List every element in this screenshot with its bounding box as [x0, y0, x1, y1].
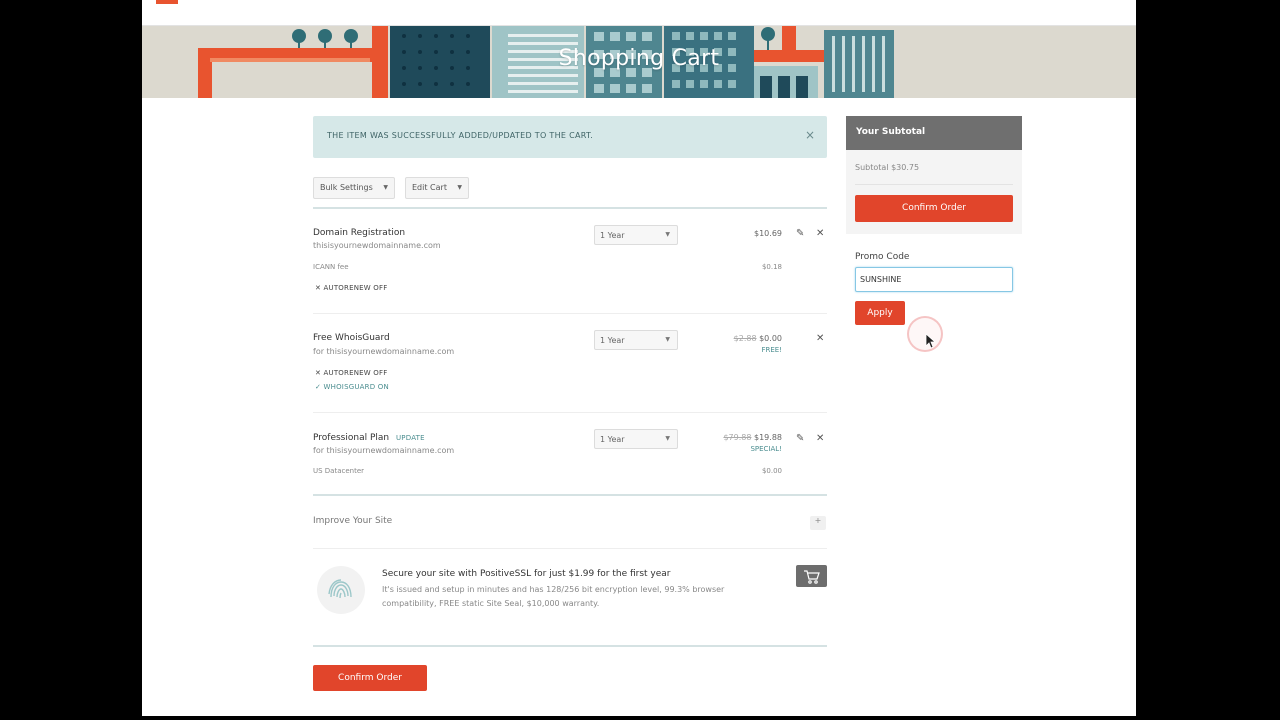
divider: [313, 412, 827, 413]
expand-toggle[interactable]: +: [810, 516, 826, 530]
fingerprint-graphic: [328, 579, 352, 599]
bulk-settings-label: Bulk Settings: [320, 183, 373, 192]
promo-code-label: Promo Code: [855, 252, 910, 262]
period-select[interactable]: 1 Year ▼: [594, 429, 678, 449]
off-icon: ✕: [315, 284, 322, 292]
divider: [313, 313, 827, 314]
item-title-text: Professional Plan: [313, 433, 390, 443]
remove-icon[interactable]: ✕: [816, 228, 824, 239]
close-icon[interactable]: ×: [805, 128, 815, 142]
item-subtitle: for thisisyournewdomainname.com: [313, 446, 455, 455]
remove-icon[interactable]: ✕: [816, 333, 824, 344]
item-subtitle: thisisyournewdomainname.com: [313, 241, 441, 250]
subtotal-heading: Your Subtotal: [846, 116, 1022, 150]
datacenter-label: US Datacenter: [313, 467, 365, 475]
divider: [313, 494, 827, 496]
new-price: $19.88: [754, 433, 782, 442]
subtotal-value: Subtotal $30.75: [855, 163, 920, 172]
edit-icon[interactable]: ✎: [796, 228, 804, 239]
page-title: Shopping Cart: [558, 46, 720, 71]
datacenter-price: $0.00: [761, 467, 782, 475]
old-price: $79.88: [723, 433, 752, 442]
period-value: 1 Year: [600, 336, 625, 345]
improve-site-heading: Improve Your Site: [313, 516, 393, 526]
item-title: Professional Plan UPDATE: [313, 433, 425, 443]
item-price: $79.88 $19.88: [702, 433, 782, 442]
autorenew-status[interactable]: ✕ AUTORENEW OFF: [315, 284, 387, 292]
edit-cart-dropdown[interactable]: Edit Cart ▼: [405, 177, 469, 199]
alert-message: THE ITEM WAS SUCCESSFULLY ADDED/UPDATED …: [327, 131, 594, 140]
upsell-title: Secure your site with PositiveSSL for ju…: [382, 569, 671, 579]
item-title: Free WhoisGuard: [313, 333, 390, 343]
price-note: SPECIAL!: [750, 445, 782, 453]
success-alert: THE ITEM WAS SUCCESSFULLY ADDED/UPDATED …: [313, 116, 827, 158]
apply-button[interactable]: Apply: [855, 301, 905, 325]
divider: [313, 548, 827, 549]
whoisguard-label: WHOISGUARD ON: [323, 383, 389, 391]
promo-code-input[interactable]: [855, 267, 1013, 292]
confirm-order-button[interactable]: Confirm Order: [855, 195, 1013, 222]
price-note: FREE!: [761, 346, 782, 354]
upsell-description: It's issued and setup in minutes and has…: [382, 585, 725, 608]
item-price: $2.88 $0.00: [702, 334, 782, 343]
divider: [313, 645, 827, 647]
update-link[interactable]: UPDATE: [396, 434, 425, 442]
period-select[interactable]: 1 Year ▼: [594, 330, 678, 350]
period-value: 1 Year: [600, 435, 625, 444]
mouse-cursor-icon: [925, 333, 937, 349]
off-icon: ✕: [315, 369, 322, 377]
edit-cart-label: Edit Cart: [412, 183, 447, 192]
whoisguard-status[interactable]: ✓ WHOISGUARD ON: [315, 383, 389, 391]
item-title: Domain Registration: [313, 228, 406, 238]
item-subtitle: for thisisyournewdomainname.com: [313, 347, 455, 356]
item-price: $10.69: [754, 229, 782, 238]
chevron-down-icon: ▼: [665, 435, 670, 442]
remove-icon[interactable]: ✕: [816, 433, 824, 444]
chevron-down-icon: ▼: [457, 184, 462, 191]
divider: [313, 207, 827, 209]
fee-label: ICANN fee: [313, 263, 349, 271]
old-price: $2.88: [733, 334, 757, 343]
top-nav-bar: [142, 0, 1136, 26]
logo-mark: [156, 0, 178, 4]
divider: [855, 184, 1013, 185]
add-to-cart-button[interactable]: [796, 565, 827, 587]
chevron-down-icon: ▼: [665, 336, 670, 343]
edit-icon[interactable]: ✎: [796, 433, 804, 444]
autorenew-status[interactable]: ✕ AUTORENEW OFF: [315, 369, 387, 377]
autorenew-label: AUTORENEW OFF: [323, 284, 388, 292]
fee-price: $0.18: [761, 263, 782, 271]
new-price: $0.00: [759, 334, 782, 343]
page: Shopping Cart THE ITEM WAS SUCCESSFULLY …: [142, 0, 1136, 716]
period-select[interactable]: 1 Year ▼: [594, 225, 678, 245]
fingerprint-icon: [317, 566, 365, 614]
check-icon: ✓: [315, 383, 322, 391]
bulk-settings-dropdown[interactable]: Bulk Settings ▼: [313, 177, 395, 199]
autorenew-label: AUTORENEW OFF: [323, 369, 388, 377]
cart-icon: [804, 570, 820, 584]
chevron-down-icon: ▼: [665, 231, 670, 238]
hero-banner: Shopping Cart: [142, 26, 1136, 98]
confirm-order-button-bottom[interactable]: Confirm Order: [313, 665, 427, 691]
chevron-down-icon: ▼: [383, 184, 388, 191]
period-value: 1 Year: [600, 231, 625, 240]
